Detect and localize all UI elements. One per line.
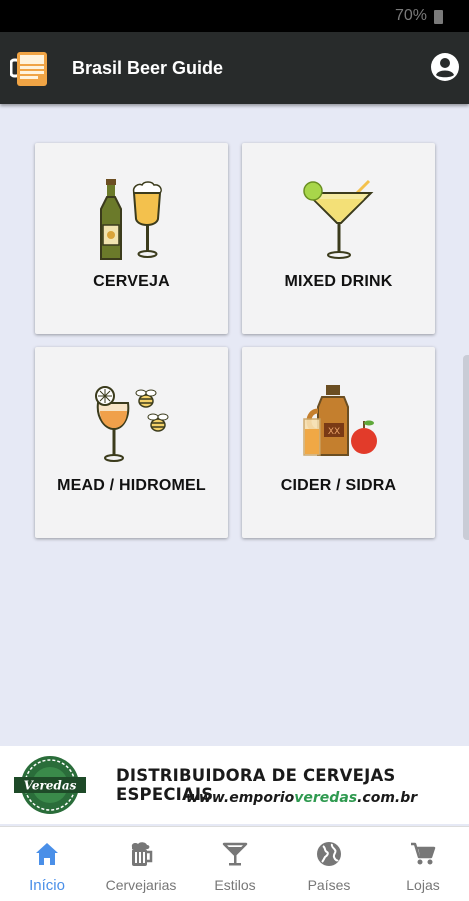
svg-text:XX: XX	[327, 427, 339, 437]
category-label: MIXED DRINK	[284, 273, 393, 290]
nav-label: Estilos	[214, 877, 256, 893]
category-card-mixed-drink[interactable]: MIXED DRINK	[242, 143, 435, 334]
category-card-cerveja[interactable]: CERVEJA	[35, 143, 228, 334]
nav-item-paises[interactable]: Países	[282, 827, 376, 901]
app-bar: Brasil Beer Guide	[0, 32, 469, 104]
app-title: Brasil Beer Guide	[72, 58, 224, 78]
beer-mug-icon	[131, 842, 153, 866]
category-label: CERVEJA	[93, 273, 170, 290]
account-icon[interactable]	[430, 52, 460, 82]
nav-label: Cervejarias	[105, 877, 177, 893]
banner-brand: Veredas	[24, 779, 77, 793]
home-icon	[36, 843, 58, 865]
category-label: CIDER / SIDRA	[280, 477, 397, 494]
cider-jug-apple-icon: XX	[302, 385, 377, 456]
category-card-cider[interactable]: XX CIDER / SIDRA	[242, 347, 435, 538]
nav-item-lojas[interactable]: Lojas	[376, 827, 469, 901]
banner-url: www.emporioveredas.com.br	[186, 790, 417, 806]
battery-icon	[434, 10, 443, 24]
battery-percentage: 70%	[394, 7, 427, 24]
banner-url-suffix: .com.br	[357, 790, 418, 806]
nav-label: Início	[29, 877, 65, 894]
side-drawer-handle[interactable]	[463, 355, 469, 540]
bottom-navigation: Início Cervejarias Estilos Países Lojas	[0, 826, 469, 901]
mead-glass-bees-icon	[94, 386, 168, 462]
banner-url-accent: veredas	[294, 790, 358, 806]
ad-banner[interactable]: Veredas DISTRIBUIDORA DE CERVEJAS ESPECI…	[0, 746, 469, 824]
status-bar: 70%	[0, 0, 469, 32]
nav-item-estilos[interactable]: Estilos	[188, 827, 282, 901]
shopping-cart-icon	[411, 842, 436, 865]
banner-url-prefix: www.emporio	[186, 790, 295, 806]
veredas-logo-icon: Veredas	[14, 756, 86, 814]
beer-bottle-glass-icon	[99, 179, 162, 260]
nav-item-cervejarias[interactable]: Cervejarias	[94, 827, 188, 901]
category-card-mead[interactable]: MEAD / HIDROMEL	[35, 347, 228, 538]
globe-icon	[317, 842, 341, 866]
cocktail-icon	[302, 179, 373, 259]
app-logo-icon	[10, 52, 47, 86]
category-label: MEAD / HIDROMEL	[57, 477, 206, 494]
nav-label: Países	[307, 877, 351, 893]
martini-glass-icon	[222, 842, 248, 866]
nav-item-inicio[interactable]: Início	[0, 827, 94, 901]
nav-label: Lojas	[406, 877, 440, 893]
